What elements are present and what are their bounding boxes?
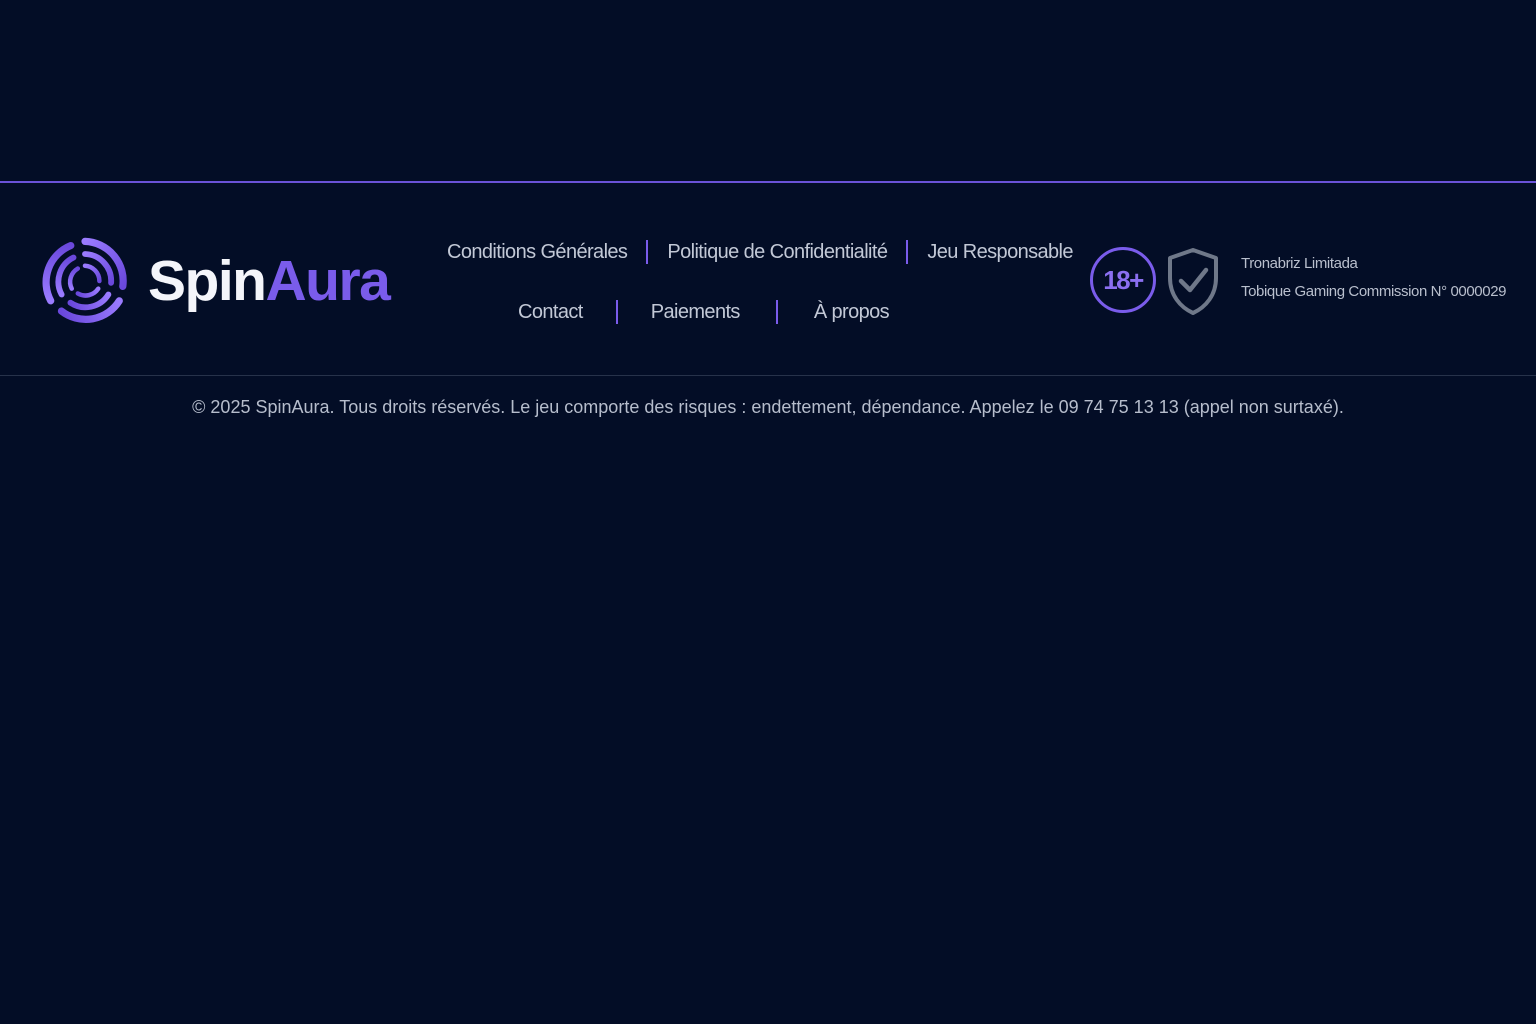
link-a-propos[interactable]: À propos bbox=[814, 301, 890, 324]
age-restriction-badge: 18+ bbox=[1090, 247, 1156, 313]
footer-nav-row-2: Contact Paiements À propos bbox=[518, 300, 890, 324]
footer-bottom-divider bbox=[0, 375, 1536, 376]
license-info: Tronabriz Limitada Tobique Gaming Commis… bbox=[1241, 255, 1506, 300]
brand-name-spin: Spin bbox=[148, 248, 267, 313]
spiral-logo-icon bbox=[40, 237, 127, 327]
shield-check-icon bbox=[1168, 248, 1218, 315]
brand-name-aura: Aura bbox=[265, 248, 391, 313]
nav-separator bbox=[775, 300, 778, 324]
license-company: Tronabriz Limitada bbox=[1241, 255, 1358, 272]
link-conditions-generales[interactable]: Conditions Générales bbox=[447, 241, 628, 264]
site-footer: SpinAura Conditions Générales Politique … bbox=[0, 183, 1536, 375]
link-jeu-responsable[interactable]: Jeu Responsable bbox=[927, 241, 1073, 264]
page: SpinAura Conditions Générales Politique … bbox=[0, 0, 1536, 1024]
link-contact[interactable]: Contact bbox=[518, 301, 583, 324]
link-politique-confidentialite[interactable]: Politique de Confidentialité bbox=[667, 241, 888, 264]
copyright-text: © 2025 SpinAura. Tous droits réservés. L… bbox=[192, 397, 1344, 417]
link-paiements[interactable]: Paiements bbox=[651, 301, 741, 324]
nav-separator bbox=[906, 240, 909, 264]
brand-wordmark: SpinAura bbox=[148, 252, 391, 310]
license-commission: Tobique Gaming Commission N° 0000029 bbox=[1241, 283, 1507, 300]
nav-separator bbox=[615, 300, 618, 324]
nav-separator bbox=[646, 240, 649, 264]
brand-logo[interactable]: SpinAura bbox=[40, 235, 391, 327]
footer-nav-row-1: Conditions Générales Politique de Confid… bbox=[447, 240, 1074, 264]
